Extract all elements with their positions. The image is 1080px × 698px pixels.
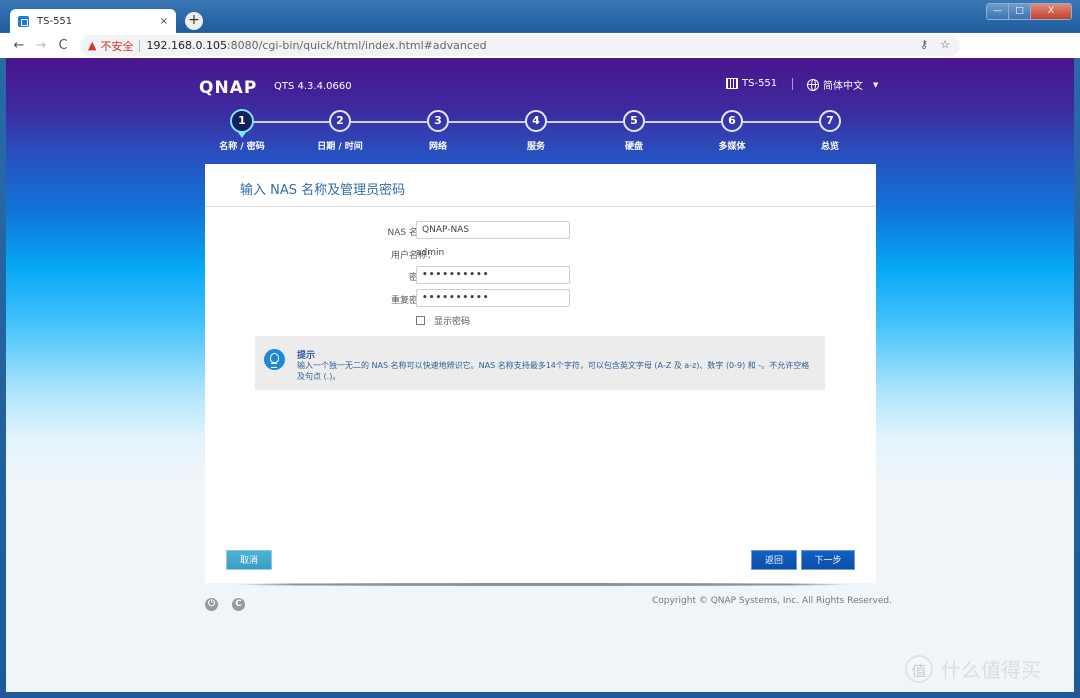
browser-tab[interactable]: TS-551 × bbox=[10, 9, 176, 33]
step-network: 3 网络 bbox=[427, 110, 449, 152]
maximize-button[interactable]: □ bbox=[1009, 4, 1031, 19]
hint-text: 输入一个独一无二的 NAS 名称可以快速地辨识它。NAS 名称支持最多14个字符… bbox=[297, 361, 810, 381]
step-number: 1 bbox=[230, 109, 254, 133]
username-value: admin bbox=[416, 248, 445, 258]
show-password-label: 显示密码 bbox=[434, 317, 471, 327]
step-services: 4 服务 bbox=[525, 110, 547, 152]
setup-stepper: 1 名称 / 密码 2 日期 / 时间 3 网络 4 服务 5 硬盘 6 多媒体… bbox=[219, 109, 841, 160]
language-label: 简体中文 bbox=[823, 81, 863, 92]
card-shadow bbox=[232, 583, 852, 586]
minimize-button[interactable]: — bbox=[987, 4, 1009, 19]
confirm-password-input[interactable]: •••••••••• bbox=[416, 289, 570, 307]
confirm-password-row: 重复密码： •••••••••• bbox=[205, 289, 876, 307]
url-host: 192.168.0.105 bbox=[146, 39, 227, 52]
chevron-down-icon: ▼ bbox=[873, 80, 879, 89]
qnap-logo: QNAP bbox=[199, 78, 258, 98]
step-multimedia: 6 多媒体 bbox=[718, 110, 746, 152]
restart-icon[interactable]: C bbox=[232, 598, 245, 611]
step-label: 总览 bbox=[820, 142, 839, 152]
step-number: 6 bbox=[721, 110, 743, 132]
step-date-time: 2 日期 / 时间 bbox=[317, 110, 363, 152]
show-password-option[interactable]: 显示密码 bbox=[416, 314, 470, 327]
forward-button[interactable]: → bbox=[30, 38, 52, 53]
divider bbox=[205, 206, 876, 207]
step-connector bbox=[253, 121, 329, 123]
step-summary: 7 总览 bbox=[819, 110, 841, 152]
step-label: 名称 / 密码 bbox=[219, 142, 265, 152]
step-label: 网络 bbox=[428, 142, 447, 152]
step-number: 2 bbox=[329, 110, 351, 132]
step-number: 3 bbox=[427, 110, 449, 132]
browser-toolbar: ← → C ▲ 不安全 192.168.0.105 :8080/cgi-bin/… bbox=[0, 33, 1080, 84]
qnap-setup-page: QNAP QTS 4.3.4.0660 TS-551 简体中文 ▼ 1 名称 /… bbox=[6, 58, 1074, 692]
header-divider bbox=[792, 78, 793, 90]
step-number: 5 bbox=[623, 110, 645, 132]
step-connector bbox=[449, 121, 525, 123]
title-bar: TS-551 × + — □ X bbox=[0, 0, 1080, 33]
globe-icon bbox=[807, 78, 819, 91]
step-connector bbox=[351, 121, 427, 123]
hint-box: 提示 输入一个独一无二的 NAS 名称可以快速地辨识它。NAS 名称支持最多14… bbox=[255, 336, 825, 390]
qts-version: QTS 4.3.4.0660 bbox=[274, 81, 352, 92]
back-button[interactable]: ← bbox=[8, 38, 30, 53]
close-window-button[interactable]: X bbox=[1031, 4, 1071, 19]
step-connector bbox=[743, 121, 819, 123]
watermark-badge-icon: 值 bbox=[905, 654, 933, 683]
step-number: 4 bbox=[525, 110, 547, 132]
device-name: TS-551 bbox=[742, 78, 778, 89]
setup-card: 输入 NAS 名称及管理员密码 NAS 名称： 用户名称： admin 密码： … bbox=[205, 164, 876, 583]
device-model: TS-551 bbox=[726, 78, 777, 89]
address-bar[interactable]: ▲ 不安全 192.168.0.105 :8080/cgi-bin/quick/… bbox=[80, 35, 960, 56]
url-path: :8080/cgi-bin/quick/html/index.html#adva… bbox=[226, 39, 487, 52]
cancel-button[interactable]: 取消 bbox=[226, 550, 272, 570]
back-button[interactable]: 返回 bbox=[751, 550, 797, 570]
nas-name-input[interactable] bbox=[416, 221, 570, 239]
step-name-password: 1 名称 / 密码 bbox=[219, 109, 265, 152]
key-icon[interactable]: ⚷ bbox=[920, 38, 928, 51]
watermark-text: 什么值得买 bbox=[941, 658, 1041, 682]
nas-device-icon bbox=[726, 78, 738, 89]
lightbulb-icon bbox=[264, 349, 285, 370]
page-title: 输入 NAS 名称及管理员密码 bbox=[240, 183, 406, 198]
step-connector bbox=[645, 121, 721, 123]
current-step-pointer-icon bbox=[237, 131, 247, 138]
power-icon[interactable]: ⏻ bbox=[205, 598, 218, 611]
omnibox-actions: ⚷ ☆ bbox=[920, 38, 950, 51]
tab-title: TS-551 bbox=[37, 15, 73, 27]
divider bbox=[139, 39, 141, 52]
tab-close-icon[interactable]: × bbox=[160, 16, 168, 27]
window-controls: — □ X bbox=[986, 3, 1072, 20]
qnap-favicon-icon bbox=[18, 15, 29, 27]
reload-button[interactable]: C bbox=[52, 38, 74, 53]
step-number: 7 bbox=[819, 110, 841, 132]
step-label: 服务 bbox=[526, 142, 545, 152]
nas-name-row: NAS 名称： bbox=[205, 221, 876, 239]
step-disks: 5 硬盘 bbox=[623, 110, 645, 152]
watermark: 值 什么值得买 bbox=[905, 654, 1041, 683]
new-tab-button[interactable]: + bbox=[185, 12, 203, 30]
step-label: 日期 / 时间 bbox=[317, 142, 363, 152]
language-selector[interactable]: 简体中文 ▼ bbox=[807, 77, 878, 92]
browser-window: TS-551 × + — □ X ← → C ▲ 不安全 192.168.0.1… bbox=[0, 0, 1080, 698]
copyright-text: Copyright © QNAP Systems, Inc. All Right… bbox=[652, 596, 892, 606]
username-row: 用户名称： admin bbox=[205, 244, 876, 262]
warning-icon: ▲ bbox=[88, 39, 97, 52]
password-row: 密码： •••••••••• bbox=[205, 266, 876, 284]
security-status[interactable]: 不安全 bbox=[100, 38, 133, 54]
next-button[interactable]: 下一步 bbox=[801, 550, 855, 570]
show-password-checkbox[interactable] bbox=[416, 316, 425, 325]
password-input[interactable]: •••••••••• bbox=[416, 266, 570, 284]
step-label: 硬盘 bbox=[624, 142, 643, 152]
bookmark-star-icon[interactable]: ☆ bbox=[940, 38, 950, 51]
step-label: 多媒体 bbox=[718, 142, 746, 152]
step-connector bbox=[547, 121, 623, 123]
